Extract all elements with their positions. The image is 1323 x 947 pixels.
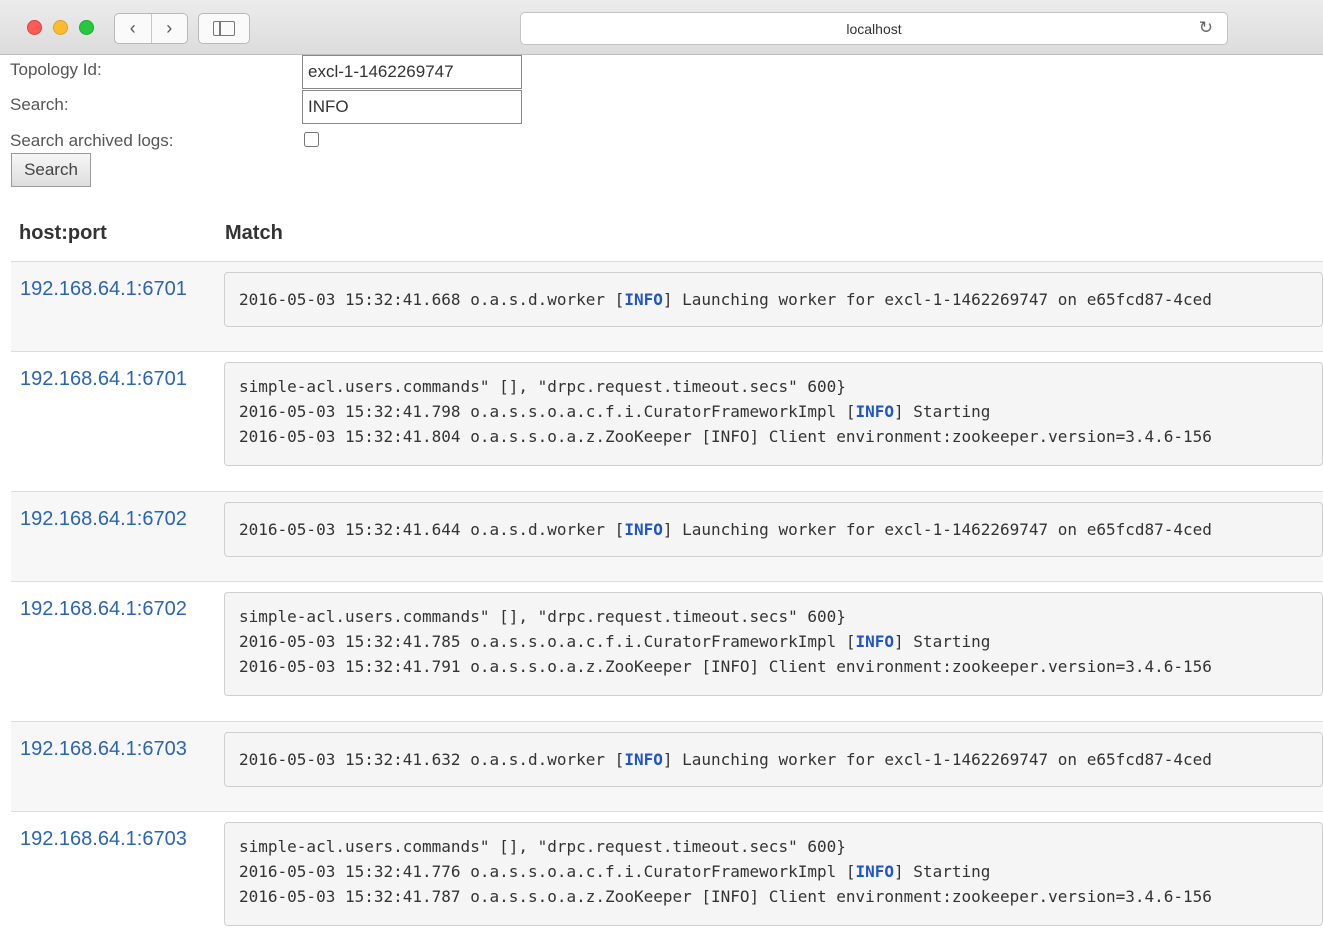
sidebar-toggle-button[interactable] (198, 13, 250, 44)
minimize-window-button[interactable] (53, 20, 68, 35)
close-window-button[interactable] (27, 20, 42, 35)
search-archived-logs-label: Search archived logs: (10, 131, 174, 150)
table-row: 192.168.64.1:6702 simple-acl.users.comman… (11, 581, 1323, 722)
log-line: simple-acl.users.commands" [], "drpc.req… (239, 377, 846, 396)
log-match-block: 2016-05-03 15:32:41.632 o.a.s.d.worker [… (224, 732, 1323, 787)
back-icon[interactable]: ‹ (115, 14, 151, 43)
match-highlight: INFO (855, 862, 895, 881)
host-port-link[interactable]: 192.168.64.1:6702 (20, 508, 187, 531)
log-line: 2016-05-03 15:32:41.798 o.a.s.s.o.a.c.f.… (239, 402, 991, 421)
log-line: 2016-05-03 15:32:41.632 o.a.s.d.worker [… (239, 750, 1212, 769)
sidebar-icon (213, 21, 235, 36)
table-row: 192.168.64.1:6701 2016-05-03 15:32:41.668… (11, 261, 1323, 352)
host-port-link[interactable]: 192.168.64.1:6702 (20, 598, 187, 621)
search-label: Search: (10, 95, 69, 114)
host-port-link[interactable]: 192.168.64.1:6701 (20, 278, 187, 301)
log-line: 2016-05-03 15:32:41.776 o.a.s.s.o.a.c.f.… (239, 862, 991, 881)
table-row: 192.168.64.1:6703 2016-05-03 15:32:41.632… (11, 721, 1323, 812)
search-button[interactable]: Search (11, 153, 91, 187)
search-archived-logs-checkbox[interactable] (304, 132, 319, 147)
browser-toolbar: ‹ › localhost ↻ (0, 0, 1323, 55)
history-nav: ‹ › (114, 13, 188, 44)
search-input[interactable] (302, 90, 522, 124)
host-port-link[interactable]: 192.168.64.1:6703 (20, 738, 187, 761)
host-port-link[interactable]: 192.168.64.1:6701 (20, 368, 187, 391)
address-bar[interactable]: localhost ↻ (520, 12, 1228, 45)
log-line: 2016-05-03 15:32:41.804 o.a.s.s.o.a.z.Zo… (239, 427, 1212, 446)
url-text: localhost (846, 21, 902, 37)
log-match-block: simple-acl.users.commands" [], "drpc.req… (224, 822, 1323, 926)
log-match-block: simple-acl.users.commands" [], "drpc.req… (224, 362, 1323, 466)
log-line: 2016-05-03 15:32:41.785 o.a.s.s.o.a.c.f.… (239, 632, 991, 651)
log-line: 2016-05-03 15:32:41.787 o.a.s.s.o.a.z.Zo… (239, 887, 1212, 906)
table-row: 192.168.64.1:6701 simple-acl.users.comman… (11, 351, 1323, 492)
match-highlight: INFO (624, 520, 663, 539)
topology-id-input[interactable] (302, 55, 522, 89)
match-highlight: INFO (855, 632, 895, 651)
match-highlight: INFO (624, 290, 663, 309)
log-line: simple-acl.users.commands" [], "drpc.req… (239, 607, 846, 626)
log-line: 2016-05-03 15:32:41.668 o.a.s.d.worker [… (239, 290, 1212, 309)
log-match-block: 2016-05-03 15:32:41.644 o.a.s.d.worker [… (224, 502, 1323, 557)
log-line: 2016-05-03 15:32:41.644 o.a.s.d.worker [… (239, 520, 1212, 539)
table-row: 192.168.64.1:6702 2016-05-03 15:32:41.644… (11, 491, 1323, 582)
log-line: simple-acl.users.commands" [], "drpc.req… (239, 837, 846, 856)
match-highlight: INFO (624, 750, 663, 769)
forward-icon[interactable]: › (150, 14, 188, 43)
log-match-block: 2016-05-03 15:32:41.668 o.a.s.d.worker [… (224, 272, 1323, 327)
host-port-link[interactable]: 192.168.64.1:6703 (20, 828, 187, 851)
table-row: 192.168.64.1:6703 simple-acl.users.comman… (11, 811, 1323, 947)
log-line: 2016-05-03 15:32:41.791 o.a.s.s.o.a.z.Zo… (239, 657, 1212, 676)
match-highlight: INFO (855, 402, 895, 421)
zoom-window-button[interactable] (79, 20, 94, 35)
column-header-host-port: host:port (19, 222, 107, 244)
topology-id-label: Topology Id: (10, 60, 102, 79)
log-match-block: simple-acl.users.commands" [], "drpc.req… (224, 592, 1323, 696)
reload-icon[interactable]: ↻ (1199, 18, 1213, 38)
column-header-match: Match (225, 222, 283, 244)
